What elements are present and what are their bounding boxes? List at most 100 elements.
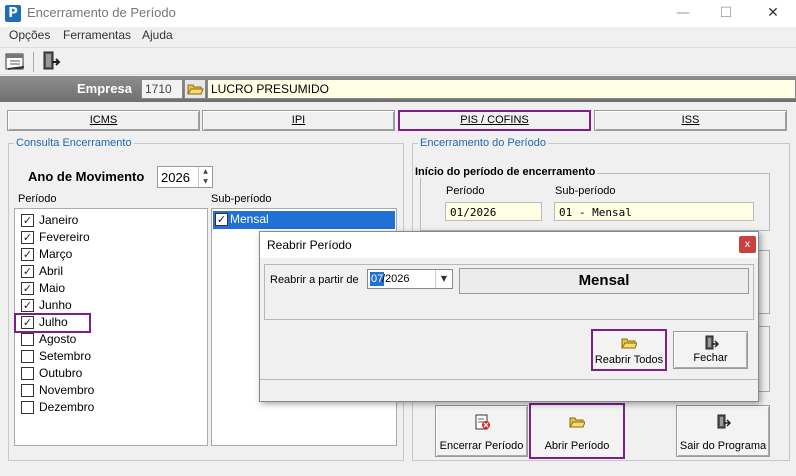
dialog-title: Reabrir Período	[267, 238, 352, 252]
month-label: Março	[39, 247, 73, 261]
spin-up-icon[interactable]: ▲	[199, 167, 212, 177]
month-item[interactable]: ✓ Março	[18, 246, 204, 263]
fechar-button[interactable]: Fechar	[673, 331, 748, 369]
menu-ferramentas[interactable]: Ferramentas	[63, 28, 131, 42]
fechar-label: Fechar	[693, 352, 728, 364]
periodo-list-label: Período	[18, 193, 57, 205]
month-item[interactable]: ✓ Maio	[18, 280, 204, 297]
checkbox-unchecked-icon[interactable]	[21, 333, 34, 346]
tab-label: ICMS	[89, 114, 118, 126]
ano-value: 2026	[161, 170, 190, 185]
month-label: Maio	[39, 281, 66, 295]
month-label: Agosto	[39, 332, 77, 346]
month-item[interactable]: Novembro	[18, 382, 204, 399]
month-item[interactable]: Dezembro	[18, 399, 204, 416]
ano-spinner[interactable]: 2026 ▲ ▼	[157, 166, 213, 188]
month-item[interactable]: Agosto	[18, 331, 204, 348]
window-title: Encerramento de Período	[27, 5, 176, 20]
title-bar: P Encerramento de Período — ☐ ✕	[0, 0, 796, 27]
document-close-icon	[475, 414, 490, 430]
encerrar-periodo-button[interactable]: Encerrar Período	[435, 405, 528, 457]
tab-iss[interactable]: ISS	[594, 110, 787, 131]
month-item[interactable]: Outubro	[18, 365, 204, 382]
checkbox-checked-icon[interactable]: ✓	[215, 213, 228, 226]
menu-ajuda[interactable]: Ajuda	[142, 28, 173, 42]
tab-pis-cofins[interactable]: PIS / COFINS	[398, 110, 591, 131]
year-text: /2026	[382, 273, 410, 285]
tab-label: IPI	[291, 114, 306, 126]
tab-ipi[interactable]: IPI	[202, 110, 395, 131]
reabrir-todos-button[interactable]: Reabrir Todos	[591, 329, 667, 371]
tab-label: PIS / COFINS	[460, 114, 529, 126]
month-label: Dezembro	[39, 400, 95, 414]
checkbox-checked-icon[interactable]: ✓	[21, 265, 34, 278]
month-label: Setembro	[39, 349, 92, 363]
calendar-icon[interactable]	[4, 50, 28, 74]
minimize-button[interactable]: —	[660, 0, 706, 27]
enc-subperiodo-label: Sub-período	[555, 185, 616, 197]
month-label: Novembro	[39, 383, 95, 397]
toolbar-separator	[33, 52, 34, 72]
checkbox-checked-icon[interactable]: ✓	[21, 299, 34, 312]
toolbar	[0, 47, 796, 75]
month-label: Janeiro	[39, 213, 79, 227]
month-item[interactable]: ✓ Janeiro	[18, 212, 204, 229]
reabrir-todos-label: Reabrir Todos	[594, 354, 664, 366]
enc-subperiodo-field: 01 - Mensal	[554, 202, 754, 221]
sair-label: Sair do Programa	[679, 440, 767, 452]
month-label: Fevereiro	[39, 230, 90, 244]
checkbox-unchecked-icon[interactable]	[21, 350, 34, 363]
dialog-title-bar: Reabrir Período x	[260, 232, 758, 258]
checkbox-checked-icon[interactable]: ✓	[21, 282, 34, 295]
encerramento-group-title: Encerramento do Período	[418, 137, 548, 149]
empresa-code-field[interactable]: 1710	[141, 79, 183, 99]
enc-periodo-field: 01/2026	[445, 202, 542, 221]
exit-icon[interactable]	[40, 50, 64, 74]
checkbox-checked-icon[interactable]: ✓	[21, 231, 34, 244]
checkbox-checked-icon[interactable]: ✓	[21, 214, 34, 227]
abrir-label: Abrir Período	[544, 440, 610, 452]
encerrar-label: Encerrar Período	[439, 440, 524, 452]
exit-icon	[705, 335, 719, 350]
tab-icms[interactable]: ICMS	[7, 110, 200, 131]
empresa-bar: Empresa 1710 LUCRO PRESUMIDO	[0, 76, 796, 102]
close-window-button[interactable]: ✕	[750, 0, 796, 27]
subperiodo-label: Mensal	[230, 212, 269, 226]
month-item[interactable]: Setembro	[18, 348, 204, 365]
consulta-group-title: Consulta Encerramento	[14, 137, 134, 149]
subperiod-display: Mensal	[459, 268, 749, 294]
checkbox-checked-icon[interactable]: ✓	[21, 248, 34, 261]
month-label: Junho	[39, 298, 72, 312]
month-label: Outubro	[39, 366, 83, 380]
menu-bar: Opções Ferramentas Ajuda	[0, 27, 796, 46]
sair-programa-button[interactable]: Sair do Programa	[676, 405, 770, 457]
empresa-label: Empresa	[77, 81, 132, 96]
menu-opcoes[interactable]: Opções	[9, 28, 50, 42]
checkbox-unchecked-icon[interactable]	[21, 401, 34, 414]
month-item[interactable]: ✓ Abril	[18, 263, 204, 280]
abrir-periodo-button[interactable]: Abrir Período	[529, 403, 625, 459]
spinner-arrows: ▲ ▼	[198, 167, 212, 187]
ano-label: Ano de Movimento	[28, 169, 145, 184]
month-label: Abril	[39, 264, 64, 278]
reabrir-date-combo[interactable]: 07 /2026 ▼	[367, 269, 453, 289]
spin-down-icon[interactable]: ▼	[199, 177, 212, 187]
dialog-status-bar	[260, 379, 758, 401]
empresa-name-field: LUCRO PRESUMIDO	[207, 79, 796, 99]
tab-label: ISS	[681, 114, 700, 126]
chevron-down-icon[interactable]: ▼	[435, 270, 452, 288]
dialog-close-icon[interactable]: x	[739, 236, 756, 253]
checkbox-unchecked-icon[interactable]	[21, 384, 34, 397]
main-window: P Encerramento de Período — ☐ ✕ Opções F…	[0, 0, 796, 476]
julho-highlight	[14, 313, 91, 333]
app-logo-icon: P	[5, 5, 21, 22]
folder-open-icon	[569, 417, 585, 428]
month-item[interactable]: ✓ Junho	[18, 297, 204, 314]
maximize-button[interactable]: ☐	[703, 0, 749, 27]
subperiodo-item-mensal[interactable]: ✓ Mensal	[213, 211, 395, 229]
checkbox-unchecked-icon[interactable]	[21, 367, 34, 380]
month-item[interactable]: ✓ Fevereiro	[18, 229, 204, 246]
inicio-title: Início do período de encerramento	[413, 166, 598, 178]
enc-periodo-label: Período	[446, 185, 485, 197]
empresa-search-button[interactable]	[184, 79, 206, 99]
